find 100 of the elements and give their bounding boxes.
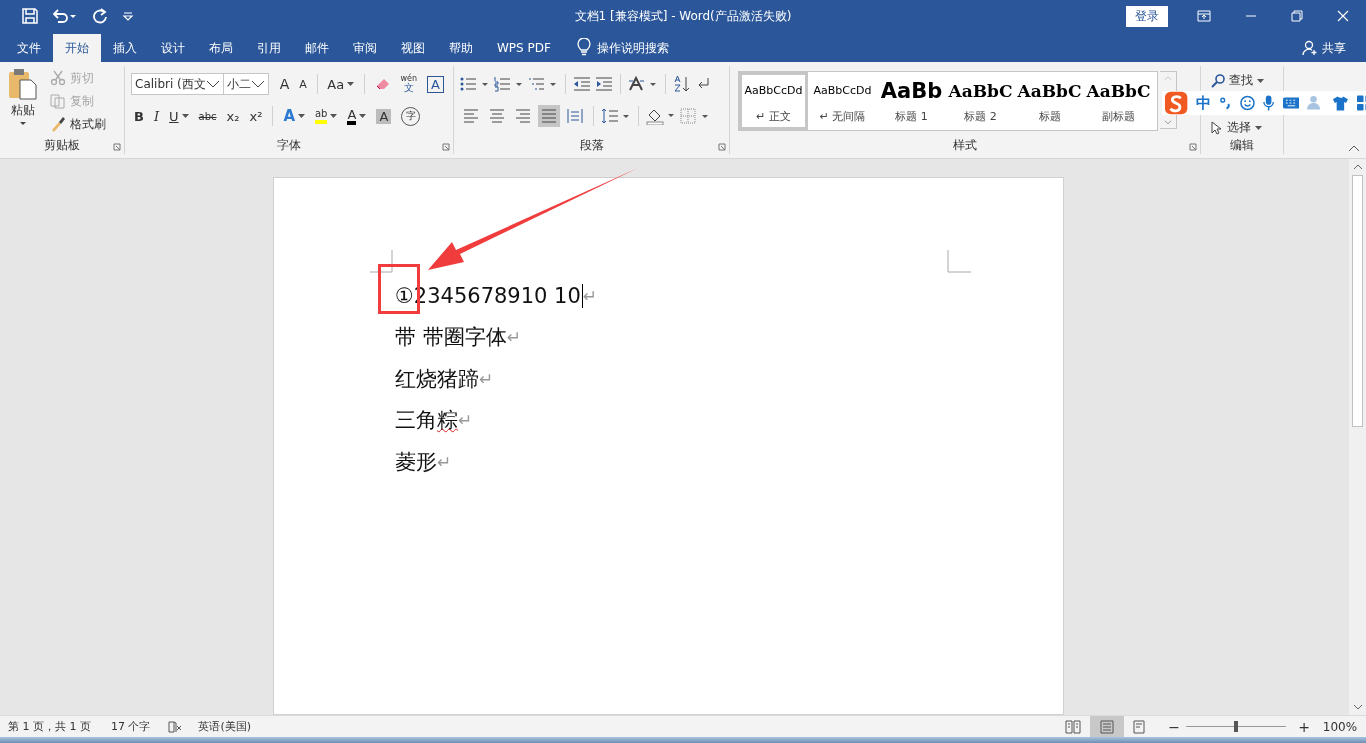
group-label: 段落 <box>579 136 604 154</box>
restore-icon[interactable] <box>1291 10 1303 22</box>
status-text[interactable]: 第 1 页，共 1 页 <box>8 719 91 734</box>
input-mode-toggle[interactable]: 中 <box>1196 93 1212 113</box>
save-icon[interactable] <box>22 8 38 24</box>
character-border-button[interactable]: A <box>424 73 447 95</box>
style-option[interactable]: AaBbC 标题 2 <box>946 72 1015 130</box>
status-text[interactable]: 英语(美国) <box>198 719 252 734</box>
alignment-icon <box>463 109 479 123</box>
collapse-ribbon-icon[interactable] <box>1348 144 1360 152</box>
scroll-down-icon[interactable] <box>1352 703 1363 711</box>
superscript-button[interactable]: x² <box>246 105 266 127</box>
brush-icon <box>50 116 66 132</box>
group-label: 剪贴板 <box>44 136 80 154</box>
lightbulb-icon <box>576 38 591 56</box>
line-spacing-icon[interactable] <box>601 108 631 124</box>
customize-caret-icon[interactable] <box>122 10 134 22</box>
ribbon-tab[interactable]: 设计 <box>149 34 197 62</box>
login-button[interactable]: 登录 <box>1126 5 1168 27</box>
dialog-launcher-icon[interactable] <box>442 143 450 151</box>
ribbon-tab[interactable]: WPS PDF <box>485 34 563 62</box>
undo-icon[interactable] <box>52 8 78 24</box>
ribbon-tab[interactable]: 插入 <box>101 34 149 62</box>
dialog-launcher-icon[interactable] <box>1189 143 1197 151</box>
scrollbar-thumb[interactable] <box>1352 175 1363 427</box>
smiley-icon[interactable] <box>1240 95 1256 111</box>
ribbon-tab[interactable]: 布局 <box>197 34 245 62</box>
font-color-button[interactable]: A <box>344 105 370 127</box>
caret-icon <box>330 114 338 118</box>
ribbon-tab[interactable]: 邮件 <box>293 34 341 62</box>
ribbon-tab[interactable]: 开始 <box>53 34 101 62</box>
decrease-indent-icon[interactable] <box>573 76 591 92</box>
zoom-level[interactable]: 100% <box>1314 719 1366 734</box>
zoom-out-button[interactable]: − <box>1164 718 1184 735</box>
cursor-icon <box>1211 120 1223 135</box>
highlight-button[interactable]: ab <box>312 105 341 127</box>
font-size-dropdown[interactable]: 小二 <box>222 73 269 95</box>
vertical-scrollbar[interactable] <box>1349 159 1366 715</box>
caret-icon <box>347 82 355 86</box>
paste-button[interactable]: 粘贴 <box>6 68 40 134</box>
close-icon[interactable] <box>1337 10 1349 22</box>
group-label: 样式 <box>953 136 977 154</box>
tell-me-search[interactable]: 操作说明搜索 <box>596 34 669 62</box>
numbering-icon[interactable] <box>494 76 524 92</box>
bold-button[interactable]: B <box>131 105 147 127</box>
ribbon-tab[interactable]: 视图 <box>389 34 437 62</box>
style-option[interactable]: AaBbC 标题 <box>1015 72 1084 130</box>
copy-icon <box>50 93 66 109</box>
italic-button[interactable]: I <box>150 105 163 127</box>
shrink-font-button[interactable]: A <box>296 73 310 95</box>
dialog-launcher-icon[interactable] <box>113 143 121 151</box>
style-option[interactable]: AaBbCcDd ↵ 无间隔 <box>808 72 877 130</box>
select-button[interactable]: 选择 <box>1211 119 1273 136</box>
ribbon-tab[interactable]: 审阅 <box>341 34 389 62</box>
ribbon-display-icon[interactable] <box>1197 10 1211 22</box>
caret-icon <box>19 121 27 126</box>
strikethrough-button[interactable]: abc <box>195 105 220 127</box>
style-option[interactable]: AaBbC 副标题 <box>1084 72 1153 130</box>
paragraph-mark: ↵ <box>506 327 521 348</box>
slider-thumb[interactable] <box>1234 721 1238 732</box>
punctuation-icon[interactable] <box>1219 96 1233 110</box>
status-text[interactable]: 17 个字 <box>111 719 179 734</box>
asian-layout-icon[interactable] <box>628 76 658 92</box>
font-name-dropdown[interactable]: Calibri (西文 <box>131 73 224 95</box>
grow-font-button[interactable]: A <box>276 73 293 95</box>
shirt-icon[interactable] <box>1332 95 1350 111</box>
document-line: 三角粽 <box>395 407 458 435</box>
style-option[interactable]: AaBb 标题 1 <box>877 72 946 130</box>
microphone-icon[interactable] <box>1263 95 1275 111</box>
phonetic-guide-button[interactable]: wén 文 <box>397 73 421 95</box>
find-button[interactable]: 查找 <box>1211 72 1273 89</box>
change-case-button[interactable]: Aa <box>324 73 358 95</box>
text-effects-button[interactable]: A <box>280 105 308 127</box>
style-option[interactable]: AaBbCcDd ↵ 正文 <box>739 72 808 130</box>
ime-logo-icon[interactable] <box>1164 90 1189 116</box>
format-painter-button[interactable]: 格式刷 <box>50 114 106 134</box>
scroll-up-icon[interactable] <box>1352 163 1363 171</box>
document-line: 红烧猪蹄 <box>395 365 479 393</box>
sort-icon[interactable] <box>673 75 691 93</box>
dialog-launcher-icon[interactable] <box>718 143 726 151</box>
bullets-icon[interactable] <box>460 76 490 92</box>
ribbon-tab[interactable]: 文件 <box>5 34 53 62</box>
search-icon <box>1211 73 1225 88</box>
multilevel-list-icon[interactable] <box>528 76 558 92</box>
underline-button[interactable]: U <box>166 105 192 127</box>
caret-icon <box>359 114 367 118</box>
keyboard-icon[interactable] <box>1282 97 1300 109</box>
paint-bucket-icon[interactable] <box>646 107 676 125</box>
ribbon-tab[interactable]: 帮助 <box>437 34 485 62</box>
redo-icon[interactable] <box>92 8 108 24</box>
zoom-in-button[interactable]: + <box>1294 718 1314 735</box>
increase-indent-icon[interactable] <box>595 76 613 92</box>
corner-mark <box>947 250 971 274</box>
document-line: 带 带圈字体 <box>395 324 507 352</box>
alignment-icon <box>567 109 583 123</box>
subscript-button[interactable]: x₂ <box>223 105 243 127</box>
ribbon-tab[interactable]: 引用 <box>245 34 293 62</box>
share-button[interactable]: 共享 <box>1302 34 1366 62</box>
alignment-icon <box>489 109 505 123</box>
paragraph-mark: ↵ <box>479 368 494 389</box>
